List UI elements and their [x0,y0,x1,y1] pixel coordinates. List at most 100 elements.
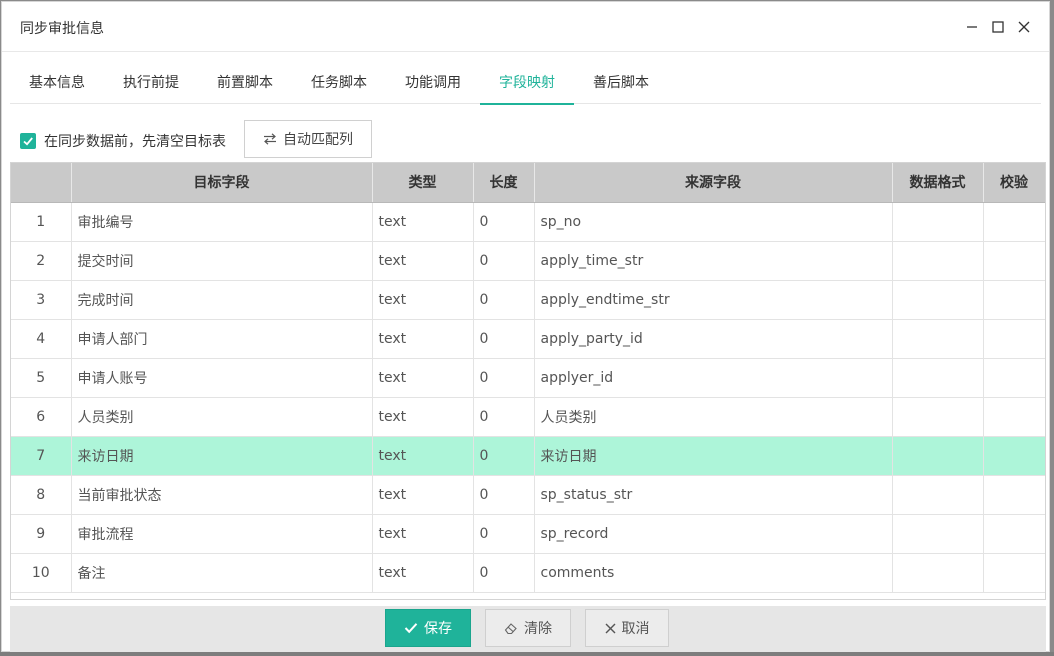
length-cell[interactable]: 0 [473,319,535,359]
type-cell[interactable]: text [372,553,474,593]
table-row[interactable]: 6 人员类别 text 0 人员类别 [11,397,1045,437]
data-format-cell[interactable] [892,280,984,320]
source-field-cell[interactable]: apply_endtime_str [534,280,893,320]
save-button[interactable]: 保存 [385,609,471,647]
target-field-cell[interactable]: 人员类别 [71,397,373,437]
source-field-cell[interactable]: applyer_id [534,358,893,398]
table-row[interactable]: 8 当前审批状态 text 0 sp_status_str [11,475,1045,515]
length-cell[interactable]: 0 [473,475,535,515]
validation-cell[interactable] [983,358,1045,398]
tab-task-script[interactable]: 任务脚本 [292,62,386,104]
length-cell[interactable]: 0 [473,241,535,281]
row-index-cell[interactable]: 1 [11,202,72,242]
row-index-cell[interactable]: 4 [11,319,72,359]
table-row[interactable]: 3 完成时间 text 0 apply_endtime_str [11,280,1045,320]
length-cell[interactable]: 0 [473,553,535,593]
row-index-cell[interactable]: 10 [11,553,72,593]
tab-pre-script[interactable]: 前置脚本 [198,62,292,104]
type-cell[interactable]: text [372,280,474,320]
length-cell[interactable]: 0 [473,280,535,320]
tab-post-script[interactable]: 善后脚本 [574,62,668,104]
type-cell[interactable]: text [372,436,474,476]
cancel-button[interactable]: 取消 [585,609,669,647]
type-cell[interactable]: text [372,514,474,554]
validation-cell[interactable] [983,514,1045,554]
validation-cell[interactable] [983,280,1045,320]
row-index-cell[interactable]: 6 [11,397,72,437]
data-format-cell[interactable] [892,202,984,242]
validation-cell[interactable] [983,553,1045,593]
clear-target-checkbox[interactable]: 在同步数据前，先清空目标表 [20,131,226,151]
length-cell[interactable]: 0 [473,397,535,437]
row-index-cell[interactable]: 8 [11,475,72,515]
column-header-type[interactable]: 类型 [372,163,474,203]
validation-cell[interactable] [983,319,1045,359]
target-field-cell[interactable]: 完成时间 [71,280,373,320]
row-index-cell[interactable]: 5 [11,358,72,398]
table-row[interactable]: 9 审批流程 text 0 sp_record [11,514,1045,554]
target-field-cell[interactable]: 申请人账号 [71,358,373,398]
table-row[interactable]: 7 来访日期 text 0 来访日期 [11,436,1045,476]
close-button[interactable] [1013,16,1035,38]
column-header-target-field[interactable]: 目标字段 [71,163,373,203]
table-row[interactable]: 2 提交时间 text 0 apply_time_str [11,241,1045,281]
target-field-cell[interactable]: 审批流程 [71,514,373,554]
type-cell[interactable]: text [372,319,474,359]
tab-function-call[interactable]: 功能调用 [386,62,480,104]
clear-button[interactable]: 清除 [485,609,571,647]
source-field-cell[interactable]: 人员类别 [534,397,893,437]
table-row[interactable]: 10 备注 text 0 comments [11,553,1045,593]
table-row[interactable]: 4 申请人部门 text 0 apply_party_id [11,319,1045,359]
validation-cell[interactable] [983,436,1045,476]
data-format-cell[interactable] [892,397,984,437]
table-row[interactable]: 1 审批编号 text 0 sp_no [11,202,1045,242]
data-format-cell[interactable] [892,241,984,281]
tab-basic-info[interactable]: 基本信息 [10,62,104,104]
column-header-length[interactable]: 长度 [473,163,535,203]
data-format-cell[interactable] [892,514,984,554]
row-index-cell[interactable]: 2 [11,241,72,281]
target-field-cell[interactable]: 审批编号 [71,202,373,242]
type-cell[interactable]: text [372,397,474,437]
data-format-cell[interactable] [892,358,984,398]
data-format-cell[interactable] [892,319,984,359]
source-field-cell[interactable]: comments [534,553,893,593]
source-field-cell[interactable]: sp_status_str [534,475,893,515]
data-format-cell[interactable] [892,436,984,476]
type-cell[interactable]: text [372,475,474,515]
source-field-cell[interactable]: sp_record [534,514,893,554]
data-format-cell[interactable] [892,475,984,515]
column-header-source-field[interactable]: 来源字段 [534,163,893,203]
validation-cell[interactable] [983,241,1045,281]
validation-cell[interactable] [983,397,1045,437]
column-header-data-format[interactable]: 数据格式 [892,163,984,203]
checkbox-box[interactable] [20,133,36,149]
tab-field-mapping[interactable]: 字段映射 [480,62,574,105]
type-cell[interactable]: text [372,358,474,398]
auto-match-columns-button[interactable]: 自动匹配列 [244,120,372,158]
length-cell[interactable]: 0 [473,358,535,398]
source-field-cell[interactable]: apply_time_str [534,241,893,281]
source-field-cell[interactable]: apply_party_id [534,319,893,359]
validation-cell[interactable] [983,475,1045,515]
row-index-cell[interactable]: 7 [11,436,72,476]
target-field-cell[interactable]: 提交时间 [71,241,373,281]
table-row[interactable]: 5 申请人账号 text 0 applyer_id [11,358,1045,398]
length-cell[interactable]: 0 [473,436,535,476]
type-cell[interactable]: text [372,202,474,242]
column-header-validation[interactable]: 校验 [983,163,1045,203]
row-index-cell[interactable]: 9 [11,514,72,554]
minimize-button[interactable] [961,16,983,38]
validation-cell[interactable] [983,202,1045,242]
target-field-cell[interactable]: 备注 [71,553,373,593]
length-cell[interactable]: 0 [473,202,535,242]
source-field-cell[interactable]: sp_no [534,202,893,242]
data-format-cell[interactable] [892,553,984,593]
tab-precondition[interactable]: 执行前提 [104,62,198,104]
length-cell[interactable]: 0 [473,514,535,554]
type-cell[interactable]: text [372,241,474,281]
maximize-button[interactable] [987,16,1009,38]
source-field-cell[interactable]: 来访日期 [534,436,893,476]
target-field-cell[interactable]: 申请人部门 [71,319,373,359]
target-field-cell[interactable]: 来访日期 [71,436,373,476]
